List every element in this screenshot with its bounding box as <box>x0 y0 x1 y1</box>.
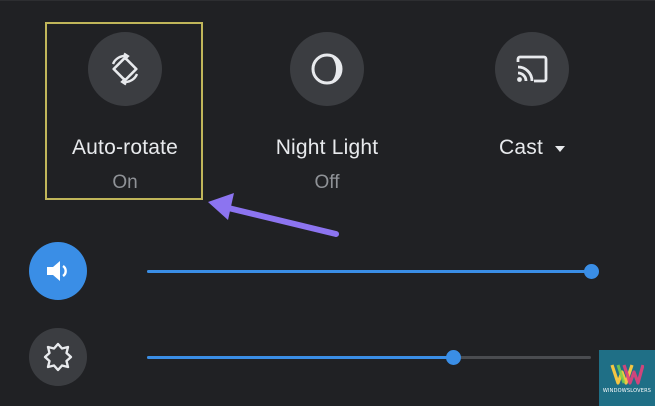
brightness-slider-row <box>0 327 655 387</box>
screen-rotation-icon <box>111 52 139 86</box>
brightness-icon <box>43 342 73 372</box>
volume-slider[interactable] <box>147 264 599 279</box>
auto-rotate-button[interactable] <box>88 32 162 106</box>
volume-slider-row <box>0 241 655 301</box>
auto-rotate-tile[interactable]: Auto-rotate On <box>45 30 205 200</box>
night-light-tile[interactable]: Night Light Off <box>247 30 407 200</box>
windows-lovers-logo-icon <box>610 364 644 385</box>
panel-top-divider <box>0 0 655 1</box>
night-light-label: Night Light <box>275 136 379 159</box>
volume-mute-button[interactable] <box>29 242 87 300</box>
volume-icon <box>47 261 67 281</box>
volume-slider-thumb[interactable] <box>584 264 599 279</box>
brightness-button[interactable] <box>29 328 87 386</box>
watermark-logo: WINDOWSLOVERS <box>599 350 655 406</box>
cast-label-row[interactable]: Cast <box>499 136 565 160</box>
night-light-icon <box>311 53 343 85</box>
night-light-button[interactable] <box>290 32 364 106</box>
brightness-slider-thumb[interactable] <box>446 350 462 365</box>
volume-slider-fill <box>147 270 591 273</box>
quick-settings-panel: Auto-rotate On Night Light Off Cast WIND… <box>0 0 655 406</box>
auto-rotate-status: On <box>112 172 138 193</box>
watermark-text: WINDOWSLOVERS <box>602 388 652 394</box>
night-light-status: Off <box>314 172 340 193</box>
brightness-slider[interactable] <box>147 350 591 365</box>
chevron-down-icon[interactable] <box>554 146 565 152</box>
cast-label: Cast <box>499 136 543 159</box>
cast-tile[interactable]: Cast <box>452 30 612 200</box>
cast-button[interactable] <box>495 32 569 106</box>
brightness-slider-fill <box>147 356 454 359</box>
auto-rotate-label: Auto-rotate <box>71 136 179 159</box>
cast-icon <box>516 55 548 83</box>
